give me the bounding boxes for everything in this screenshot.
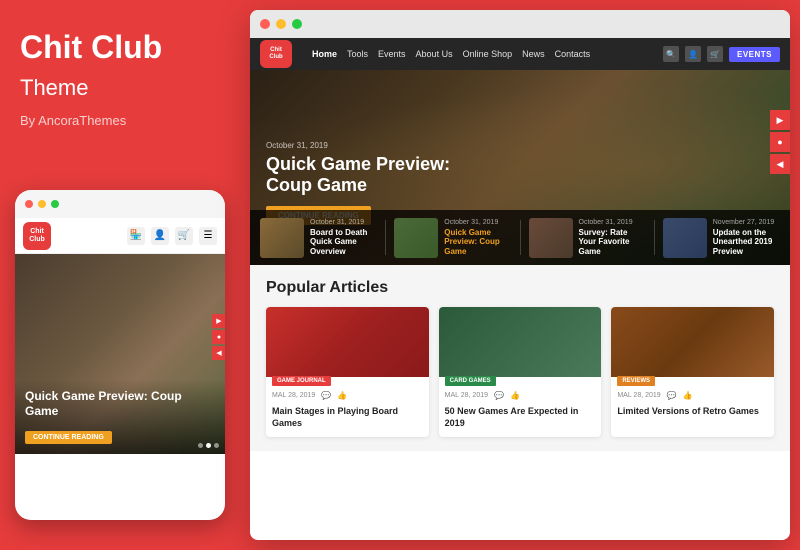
article-tag-2: CARD GAMES [445,376,496,386]
nav-events[interactable]: Events [378,49,406,59]
browser-dot-yellow [276,19,286,29]
events-button[interactable]: EVENTS [729,47,780,62]
comment-icon-2: 💬 [494,391,504,400]
mobile-nav-icons: 🏪 👤 🛒 ☰ [127,227,217,245]
article-title-2: 50 New Games Are Expected in 2019 [439,403,602,437]
article-img-1 [266,307,429,377]
mobile-shop-icon: 🏪 [127,227,145,245]
user-icon[interactable]: 👤 [685,46,701,62]
strip-item-1[interactable]: October 31, 2019 Board to Death Quick Ga… [260,218,377,258]
hero-side-btns: ▶ ● ◀ [770,110,790,176]
hero-side-btn-3[interactable]: ◀ [770,154,790,174]
app-byline: By AncoraThemes [20,113,220,128]
popular-title: Popular Articles [266,279,774,297]
desktop-mockup: ChitClub Home Tools Events About Us Onli… [250,10,790,540]
article-date-3: MAL 28, 2019 [617,392,660,399]
nav-shop[interactable]: Online Shop [463,49,513,59]
comment-icon-3: 💬 [667,391,677,400]
strip-thumb-1 [260,218,304,258]
article-tag-1: GAME JOURNAL [272,376,331,386]
mobile-side-btn-1[interactable]: ▶ [212,314,225,328]
like-icon-2: 👍 [510,391,520,400]
mobile-cart-icon: 🛒 [175,227,193,245]
strip-thumb-3 [529,218,573,258]
mobile-side-btn-2[interactable]: ● [212,330,225,344]
app-title: Chit Club [20,30,220,65]
mobile-mockup: ChitClub 🏪 👤 🛒 ☰ Quick Game Preview: Cou… [15,190,225,520]
app-subtitle: Theme [20,75,220,101]
mobile-top-bar [15,190,225,218]
strip-item-2[interactable]: October 31, 2019 Quick Game Preview: Cou… [394,218,511,258]
mobile-nav: ChitClub 🏪 👤 🛒 ☰ [15,218,225,254]
article-img-2 [439,307,602,377]
browser-top-bar [250,10,790,38]
article-title-3: Limited Versions of Retro Games [611,403,774,426]
articles-grid: GAME JOURNAL MAL 28, 2019 💬 👍 Main Stage… [266,307,774,437]
popular-section: Popular Articles GAME JOURNAL MAL 28, 20… [250,265,790,451]
article-date-1: MAL 28, 2019 [272,392,315,399]
like-icon-1: 👍 [337,391,347,400]
mobile-dot-yellow [38,200,46,208]
nav-about[interactable]: About Us [416,49,453,59]
article-date-2: MAL 28, 2019 [445,392,488,399]
mobile-user-icon: 👤 [151,227,169,245]
cart-icon[interactable]: 🛒 [707,46,723,62]
strip-item-3[interactable]: October 31, 2019 Survey: Rate Your Favor… [529,218,646,258]
mobile-side-btn-3[interactable]: ◀ [212,346,225,360]
browser-dot-green [292,19,302,29]
left-panel: Chit Club Theme By AncoraThemes ChitClub… [0,0,240,550]
site-logo: ChitClub [260,40,292,68]
site-nav-right: 🔍 👤 🛒 EVENTS [663,46,780,62]
strip-item-4[interactable]: November 27, 2019 Update on the Unearthe… [663,218,780,258]
site-nav: ChitClub Home Tools Events About Us Onli… [250,38,790,70]
hero-side-btn-1[interactable]: ▶ [770,110,790,130]
article-img-3 [611,307,774,377]
nav-home[interactable]: Home [312,49,337,59]
mobile-continue-btn[interactable]: CONTINUE READING [25,431,112,444]
mobile-hero-title: Quick Game Preview: Coup Game [25,389,215,420]
nav-tools[interactable]: Tools [347,49,368,59]
hero-side-btn-2[interactable]: ● [770,132,790,152]
article-tag-3: REVIEWS [617,376,655,386]
mobile-menu-icon[interactable]: ☰ [199,227,217,245]
nav-contacts[interactable]: Contacts [555,49,591,59]
comment-icon-1: 💬 [321,391,331,400]
hero-date: October 31, 2019 [266,141,450,150]
article-card-3[interactable]: REVIEWS MAL 28, 2019 💬 👍 Limited Version… [611,307,774,437]
article-title-1: Main Stages in Playing Board Games [266,403,429,437]
like-icon-3: 👍 [683,391,693,400]
search-icon[interactable]: 🔍 [663,46,679,62]
browser-dot-red [260,19,270,29]
site-nav-links: Home Tools Events About Us Online Shop N… [312,49,590,59]
site-hero: October 31, 2019 Quick Game Preview: Cou… [250,70,790,265]
article-card-1[interactable]: GAME JOURNAL MAL 28, 2019 💬 👍 Main Stage… [266,307,429,437]
strip-thumb-4 [663,218,707,258]
nav-news[interactable]: News [522,49,545,59]
mobile-logo: ChitClub [23,222,51,250]
mobile-hero: Quick Game Preview: Coup Game CONTINUE R… [15,254,225,454]
article-card-2[interactable]: CARD GAMES MAL 28, 2019 💬 👍 50 New Games… [439,307,602,437]
hero-strip: October 31, 2019 Board to Death Quick Ga… [250,210,790,265]
hero-title: Quick Game Preview: Coup Game [266,154,450,197]
mobile-dot-green [51,200,59,208]
strip-thumb-2 [394,218,438,258]
mobile-dot-red [25,200,33,208]
